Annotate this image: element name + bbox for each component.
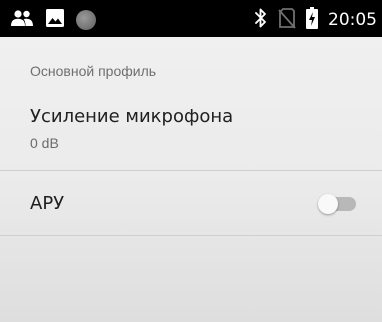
section-header: Основной профиль [30, 63, 157, 79]
agc-toggle-switch[interactable] [318, 194, 356, 214]
bluetooth-icon [254, 7, 268, 33]
divider [0, 235, 382, 236]
agc-label: АРУ [30, 193, 65, 214]
status-left-icons [10, 8, 96, 32]
status-right-icons: 20:05 [254, 7, 377, 33]
battery-charging-icon [306, 7, 318, 33]
no-sim-icon [278, 7, 296, 33]
mic-gain-title: Усиление микрофона [30, 106, 234, 127]
status-time: 20:05 [328, 10, 377, 30]
agc-preference[interactable]: АРУ [0, 171, 382, 235]
circle-icon [76, 10, 96, 30]
status-bar: 20:05 [0, 0, 382, 37]
mic-gain-summary: 0 dB [30, 135, 59, 151]
image-icon [45, 8, 65, 32]
people-icon [10, 9, 34, 31]
switch-thumb [318, 194, 338, 214]
